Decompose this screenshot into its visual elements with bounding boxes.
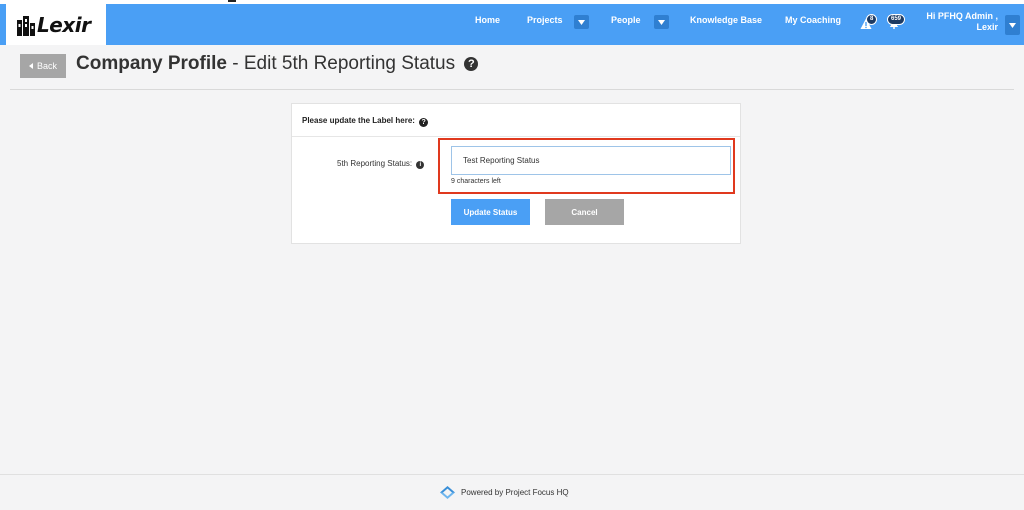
project-focus-logo-icon	[440, 486, 455, 499]
powered-by-text: Powered by Project Focus HQ	[461, 488, 569, 497]
back-button[interactable]: Back	[20, 54, 66, 78]
form-header-label: Please update the Label here:	[302, 116, 415, 125]
brand-name: Lexir	[37, 12, 91, 37]
brand-logo[interactable]: Lexir	[6, 4, 106, 45]
user-dropdown-button[interactable]	[1005, 15, 1020, 35]
nav-knowledge-base[interactable]: Knowledge Base	[690, 15, 762, 25]
user-greeting: Hi PFHQ Admin ,	[926, 11, 998, 21]
chevron-down-icon	[658, 19, 665, 25]
chars-left-counter: 9 characters left	[451, 178, 501, 185]
nav-my-coaching[interactable]: My Coaching	[785, 15, 841, 25]
chevron-left-icon	[28, 63, 33, 69]
building-logo-icon	[17, 15, 35, 36]
page-title-rest: - Edit 5th Reporting Status	[226, 53, 456, 74]
nav-home[interactable]: Home	[475, 15, 500, 25]
edit-form-card: Please update the Label here: ? 5th Repo…	[291, 103, 741, 244]
update-status-button[interactable]: Update Status	[451, 199, 530, 225]
projects-dropdown-button[interactable]	[574, 15, 589, 29]
field-label-text: 5th Reporting Status:	[337, 159, 413, 168]
nav-projects[interactable]: Projects	[527, 15, 563, 25]
user-company: Lexir	[976, 22, 998, 32]
chevron-down-icon	[1009, 22, 1016, 28]
field-label: 5th Reporting Status: i	[337, 159, 425, 169]
back-label: Back	[36, 61, 57, 71]
info-icon[interactable]: i	[416, 161, 425, 169]
form-header: Please update the Label here: ?	[292, 104, 740, 137]
top-strip-mark	[228, 0, 236, 2]
chevron-down-icon	[578, 19, 585, 25]
header-divider	[10, 89, 1014, 90]
people-dropdown-button[interactable]	[654, 15, 669, 29]
cancel-button[interactable]: Cancel	[545, 199, 624, 225]
help-icon[interactable]: ?	[464, 57, 479, 71]
footer-divider	[0, 474, 1024, 475]
reporting-status-input[interactable]	[451, 146, 731, 175]
page-title-bold: Company Profile	[76, 53, 227, 74]
footer: Powered by Project Focus HQ	[440, 486, 569, 499]
updates-count-badge: 659	[887, 14, 906, 25]
page-title: Company Profile - Edit 5th Reporting Sta…	[76, 53, 479, 75]
user-menu[interactable]: Hi PFHQ Admin , Lexir	[920, 11, 998, 33]
nav-people[interactable]: People	[611, 15, 641, 25]
help-icon[interactable]: ?	[419, 118, 429, 127]
